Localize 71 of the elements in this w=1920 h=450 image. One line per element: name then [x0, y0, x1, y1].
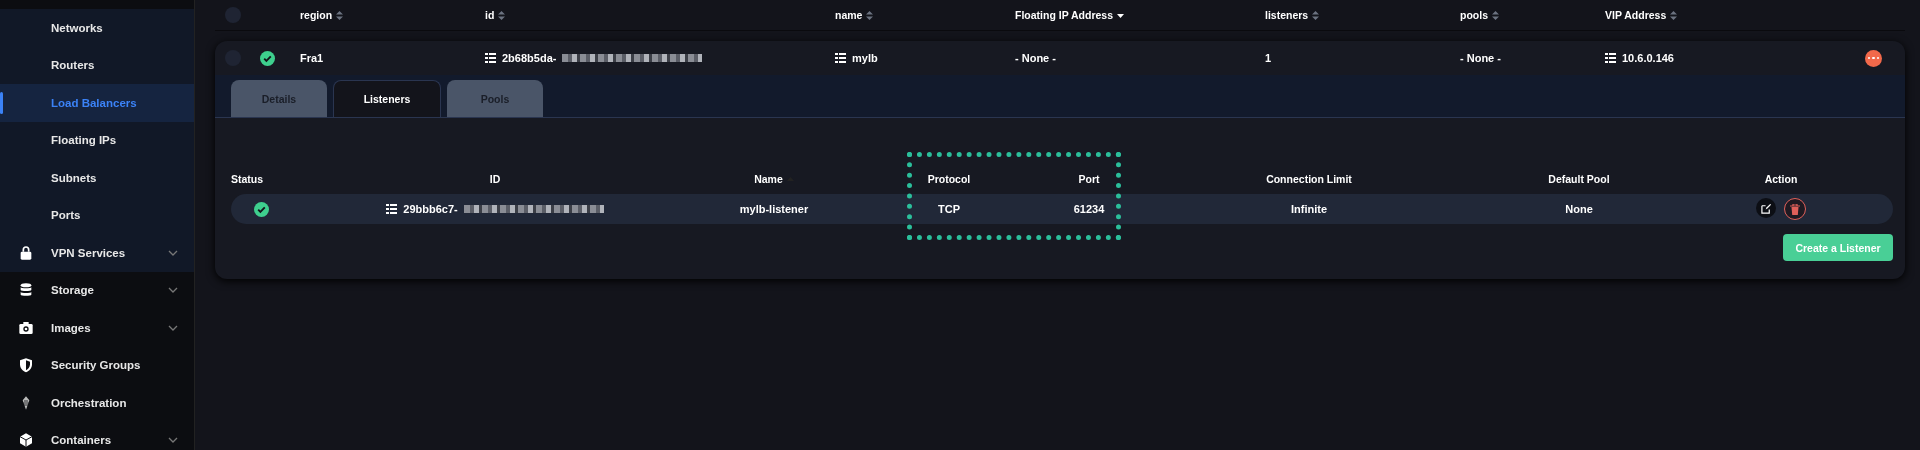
table-cell: 10.6.0.146: [1622, 52, 1674, 64]
edit-icon: [1760, 202, 1772, 214]
table-cell: mylb: [852, 52, 878, 64]
column-header: Name: [754, 173, 783, 185]
sidebar-item[interactable]: Floating IPs: [0, 121, 194, 159]
sidebar-label: Floating IPs: [51, 134, 118, 147]
column-header[interactable]: id: [485, 9, 495, 21]
table-cell-text: - None -: [1460, 52, 1502, 64]
sort-icon[interactable]: [866, 10, 874, 20]
sidebar-label: Ports: [51, 209, 82, 222]
column-header: Connection Limit: [1266, 173, 1352, 185]
table-cell-text: - None -: [1015, 52, 1057, 64]
table-cell-text: Infinite: [1289, 203, 1329, 215]
column-header: Action: [1764, 173, 1798, 185]
sidebar-label: Routers: [51, 59, 96, 72]
table-cell-text: Fra1: [300, 52, 325, 64]
column-header[interactable]: name: [835, 9, 863, 21]
table-cell-text: 61234: [1072, 203, 1106, 215]
sidebar-item[interactable]: Ports: [0, 196, 194, 234]
edit-button[interactable]: [1756, 198, 1776, 218]
sidebar-item[interactable]: Subnets: [0, 159, 194, 197]
camera-icon: [17, 319, 34, 336]
sort-icon[interactable]: [498, 10, 506, 20]
sidebar-label: Storage: [51, 284, 95, 297]
sidebar-label: Load Balancers: [51, 96, 138, 109]
tab[interactable]: Listeners: [333, 80, 441, 117]
sort-icon[interactable]: [1670, 10, 1678, 20]
shield-icon: [17, 357, 34, 374]
sidebar-item[interactable]: Security Groups: [0, 346, 194, 384]
column-header[interactable]: VIP Address: [1605, 9, 1667, 21]
sidebar-item[interactable]: Orchestration: [0, 384, 194, 422]
column-header: ID: [489, 173, 501, 185]
column-header: Port: [1078, 173, 1100, 185]
list-icon: [485, 53, 496, 63]
sort-icon[interactable]: [1492, 10, 1499, 20]
sidebar-label: VPN Services: [51, 246, 127, 259]
sidebar-item[interactable]: VPN Services: [0, 234, 194, 272]
list-icon: [1605, 53, 1616, 63]
column-header[interactable]: pools: [1460, 9, 1488, 21]
select-all-checkbox[interactable]: [225, 7, 241, 23]
column-header[interactable]: region: [300, 9, 333, 21]
sidebar-item[interactable]: Containers: [0, 421, 194, 450]
column-header[interactable]: Floating IP Address: [1015, 9, 1114, 21]
sidebar-label: Networks: [51, 21, 104, 34]
sort-icon[interactable]: [336, 10, 344, 20]
sidebar-item[interactable]: Load Balancers: [0, 84, 194, 122]
column-header: Default Pool: [1548, 173, 1610, 185]
sidebar-item[interactable]: Routers: [0, 46, 194, 84]
sidebar-label: Containers: [51, 434, 113, 447]
sidebar-label: Orchestration: [51, 396, 128, 409]
table-cell: 2b68b5da-: [502, 52, 557, 64]
column-header[interactable]: listeners: [1265, 9, 1309, 21]
sidebar-item[interactable]: Networks: [0, 9, 194, 47]
column-header: Status: [231, 173, 264, 185]
column-header: Protocol: [927, 173, 971, 185]
list-icon: [386, 204, 398, 214]
sidebar-item[interactable]: Storage: [0, 271, 194, 309]
delete-button[interactable]: [1784, 198, 1806, 220]
more-actions-button[interactable]: [1865, 49, 1882, 67]
trash-icon: [1790, 203, 1800, 215]
sidebar-label: Images: [51, 321, 92, 334]
table-cell-text: 1: [1265, 52, 1273, 64]
table-cell: 29bbb6c7-: [403, 203, 458, 215]
list-icon: [835, 53, 846, 63]
table-cell-text: None: [1564, 203, 1594, 215]
table-cell-text: mylb-listener: [738, 203, 810, 215]
table-cell-text: TCP: [937, 203, 961, 215]
sidebar-label: Security Groups: [51, 359, 142, 372]
sidebar-item[interactable]: Images: [0, 309, 194, 347]
sort-icon[interactable]: [1312, 10, 1320, 20]
sidebar-label: Subnets: [51, 171, 98, 184]
